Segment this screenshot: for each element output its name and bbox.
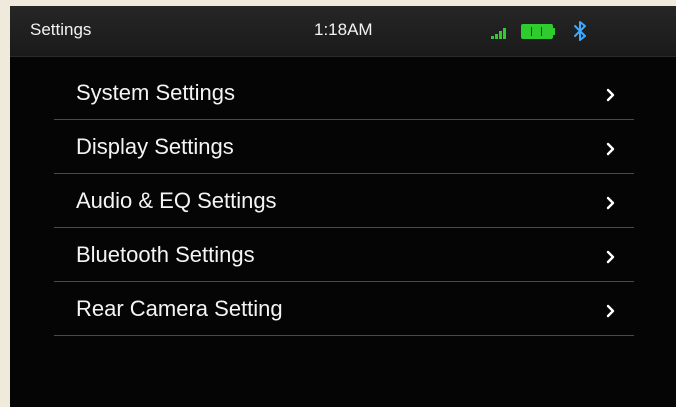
menu-item-label: Audio & EQ Settings — [76, 188, 277, 213]
chevron-right-icon — [606, 196, 615, 210]
signal-strength-icon — [491, 25, 511, 39]
page-title: Settings — [30, 20, 92, 39]
menu-item-bluetooth-settings[interactable]: Bluetooth Settings — [54, 228, 634, 282]
chevron-right-icon — [606, 304, 615, 318]
chevron-right-icon — [606, 142, 615, 156]
settings-menu: System Settings Display Settings Audio &… — [54, 66, 634, 336]
menu-item-audio-eq-settings[interactable]: Audio & EQ Settings — [54, 174, 634, 228]
chevron-right-icon — [606, 250, 615, 264]
menu-item-label: Display Settings — [76, 134, 234, 159]
menu-item-label: System Settings — [76, 80, 235, 105]
battery-icon — [521, 24, 555, 39]
menu-item-label: Rear Camera Setting — [76, 296, 283, 321]
menu-item-label: Bluetooth Settings — [76, 242, 255, 267]
status-bar: Settings 1:18AM — [10, 6, 676, 57]
bluetooth-icon — [574, 21, 586, 41]
chevron-right-icon — [606, 88, 615, 102]
head-unit-screen: Settings 1:18AM System Settings Display … — [10, 6, 676, 407]
menu-item-system-settings[interactable]: System Settings — [54, 66, 634, 120]
menu-item-display-settings[interactable]: Display Settings — [54, 120, 634, 174]
clock: 1:18AM — [314, 20, 373, 39]
menu-item-rear-camera-setting[interactable]: Rear Camera Setting — [54, 282, 634, 336]
device-bezel: Settings 1:18AM System Settings Display … — [0, 0, 676, 407]
